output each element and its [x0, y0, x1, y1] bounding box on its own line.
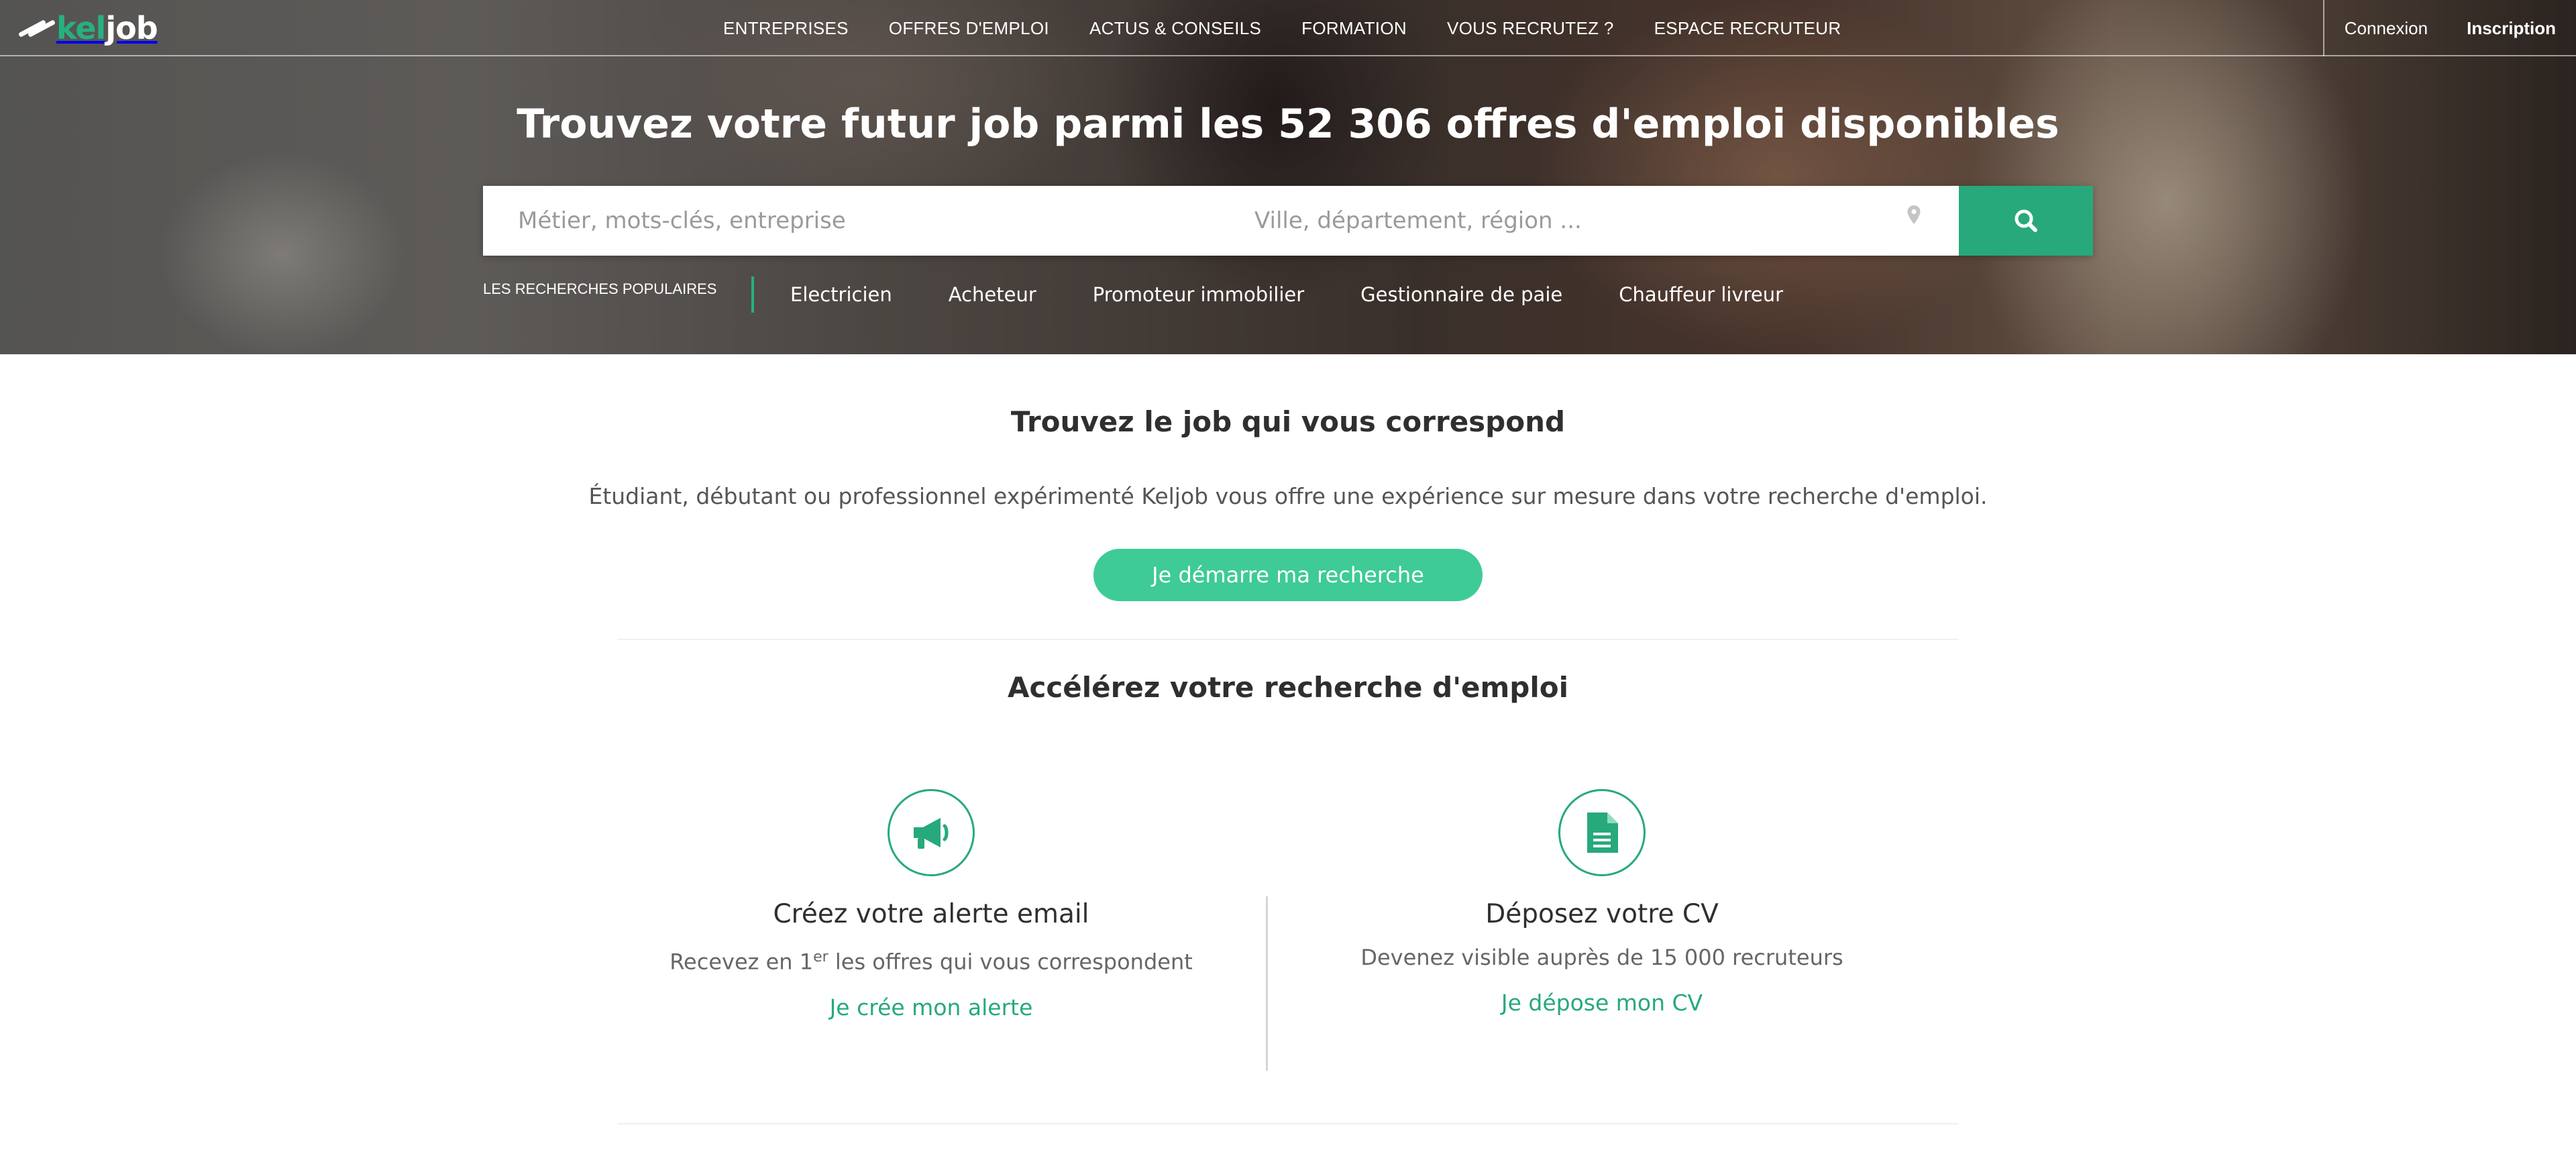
start-search-button[interactable]: Je démarre ma recherche: [1093, 549, 1483, 601]
logo-text-kel: kel: [56, 10, 106, 46]
email-alert-card: Créez votre alerte email Recevez en 1er …: [663, 789, 1199, 1021]
hero-headline: Trouvez votre futur job parmi les 52 306…: [0, 101, 2576, 148]
search-bar: [483, 186, 2093, 256]
popular-searches-label: LES RECHERCHES POPULAIRES: [483, 280, 717, 297]
create-alert-link[interactable]: Je crée mon alerte: [830, 994, 1033, 1021]
logo-slash-icon: [17, 18, 56, 38]
search-button[interactable]: [1959, 186, 2093, 256]
headline-prefix: Trouvez votre futur job parmi les: [517, 101, 1265, 148]
document-icon: [1587, 813, 1618, 853]
megaphone-icon-circle: [888, 789, 975, 876]
location-field: [1221, 186, 1959, 256]
upload-cv-card: Déposez votre CV Devenez visible auprès …: [1334, 789, 1870, 1016]
intro-text: Étudiant, débutant ou professionnel expé…: [588, 483, 1988, 509]
main-menu: ENTREPRISES OFFRES D'EMPLOI ACTUS & CONS…: [723, 0, 1881, 56]
email-alert-desc-after: les offres qui vous correspondent: [828, 949, 1193, 975]
upload-cv-description: Devenez visible auprès de 15 000 recrute…: [1360, 945, 1843, 970]
top-navigation: kel job ENTREPRISES OFFRES D'EMPLOI ACTUS…: [0, 0, 2576, 56]
upload-cv-link[interactable]: Je dépose mon CV: [1501, 990, 1703, 1016]
auth-links: Connexion Inscription: [2322, 0, 2576, 56]
popular-search-link[interactable]: Promoteur immobilier: [1093, 283, 1304, 306]
nav-vous-recrutez[interactable]: VOUS RECRUTEZ ?: [1447, 18, 1614, 39]
logo-text-job: job: [105, 10, 158, 46]
nav-actus-conseils[interactable]: ACTUS & CONSEILS: [1089, 18, 1261, 39]
map-pin-icon: [1907, 205, 1921, 224]
accelerate-title: Accélérez votre recherche d'emploi: [1007, 671, 1569, 704]
popular-searches: LES RECHERCHES POPULAIRES Electricien Ac…: [483, 276, 1839, 313]
email-alert-description: Recevez en 1er les offres qui vous corre…: [663, 940, 1199, 980]
feature-separator: [1266, 896, 1268, 1071]
upload-cv-title: Déposez votre CV: [1485, 899, 1719, 929]
nav-espace-recruteur[interactable]: ESPACE RECRUTEUR: [1654, 18, 1841, 39]
popular-search-link[interactable]: Acheteur: [949, 283, 1036, 306]
keyword-input[interactable]: [483, 186, 1221, 256]
headline-suffix: disponibles: [1800, 101, 2059, 148]
popular-search-link[interactable]: Electricien: [790, 283, 892, 306]
search-icon: [2015, 209, 2037, 232]
section-divider-bottom: [617, 1123, 1959, 1125]
email-alert-desc-before: Recevez en 1: [669, 949, 814, 975]
location-input[interactable]: [1221, 186, 1959, 256]
document-icon-circle: [1558, 789, 1646, 876]
popular-search-link[interactable]: Chauffeur livreur: [1619, 283, 1783, 306]
keljob-logo[interactable]: kel job: [17, 9, 158, 47]
login-link[interactable]: Connexion: [2345, 18, 2428, 39]
section-divider: [617, 639, 1959, 640]
popular-separator: [751, 276, 754, 313]
signup-link[interactable]: Inscription: [2467, 18, 2556, 39]
nav-offres-emploi[interactable]: OFFRES D'EMPLOI: [889, 18, 1049, 39]
headline-offer-count: 52 306 offres d'emploi: [1278, 101, 1786, 148]
nav-formation[interactable]: FORMATION: [1301, 18, 1407, 39]
email-alert-title: Créez votre alerte email: [773, 899, 1089, 929]
megaphone-icon: [914, 818, 949, 849]
nav-entreprises[interactable]: ENTREPRISES: [723, 18, 849, 39]
email-alert-desc-sup: er: [813, 949, 828, 965]
popular-search-link[interactable]: Gestionnaire de paie: [1360, 283, 1562, 306]
intro-title: Trouvez le job qui vous correspond: [1010, 405, 1566, 438]
